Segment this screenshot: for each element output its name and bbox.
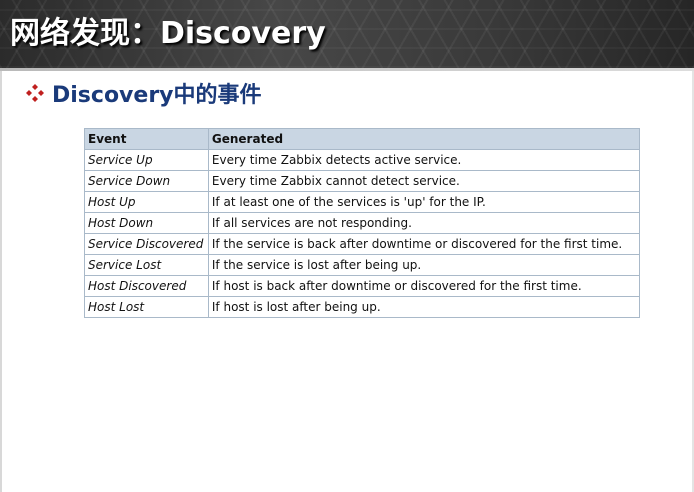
event-cell: Host Lost <box>84 296 209 318</box>
event-cell: Host Up <box>84 191 209 213</box>
events-table: Event Generated Service Up Every time Za… <box>84 128 641 318</box>
table-row: Service Down Every time Zabbix cannot de… <box>84 170 641 192</box>
generated-cell: If the service is back after downtime or… <box>207 233 641 255</box>
table-row: Host Lost If host is lost after being up… <box>84 296 641 318</box>
header-divider <box>0 68 694 71</box>
slide-header: 网络发现：Discovery <box>0 0 694 68</box>
slide-title: 网络发现：Discovery <box>10 16 326 51</box>
subtitle-text: Discovery中的事件 <box>52 83 262 108</box>
generated-cell: If the service is lost after being up. <box>207 254 641 276</box>
event-cell: Service Lost <box>84 254 209 276</box>
generated-cell: Every time Zabbix detects active service… <box>207 149 641 171</box>
generated-cell: If all services are not responding. <box>207 212 641 234</box>
diamond-bullet-icon <box>24 82 46 104</box>
generated-cell: If host is lost after being up. <box>207 296 641 318</box>
slide-subtitle: Discovery中的事件 <box>24 78 262 108</box>
event-cell: Host Down <box>84 212 209 234</box>
generated-cell: If at least one of the services is 'up' … <box>207 191 641 213</box>
table-header-row: Event Generated <box>84 128 641 150</box>
slide-left-border <box>0 71 2 492</box>
column-header-event: Event <box>84 128 209 150</box>
table-row: Host Up If at least one of the services … <box>84 191 641 213</box>
column-header-generated: Generated <box>207 128 641 150</box>
table-row: Host Down If all services are not respon… <box>84 212 641 234</box>
table-row: Service Lost If the service is lost afte… <box>84 254 641 276</box>
generated-cell: Every time Zabbix cannot detect service. <box>207 170 641 192</box>
generated-cell: If host is back after downtime or discov… <box>207 275 641 297</box>
event-cell: Host Discovered <box>84 275 209 297</box>
table-row: Host Discovered If host is back after do… <box>84 275 641 297</box>
event-cell: Service Discovered <box>84 233 209 255</box>
event-cell: Service Down <box>84 170 209 192</box>
event-cell: Service Up <box>84 149 209 171</box>
table-row: Service Up Every time Zabbix detects act… <box>84 149 641 171</box>
table-row: Service Discovered If the service is bac… <box>84 233 641 255</box>
